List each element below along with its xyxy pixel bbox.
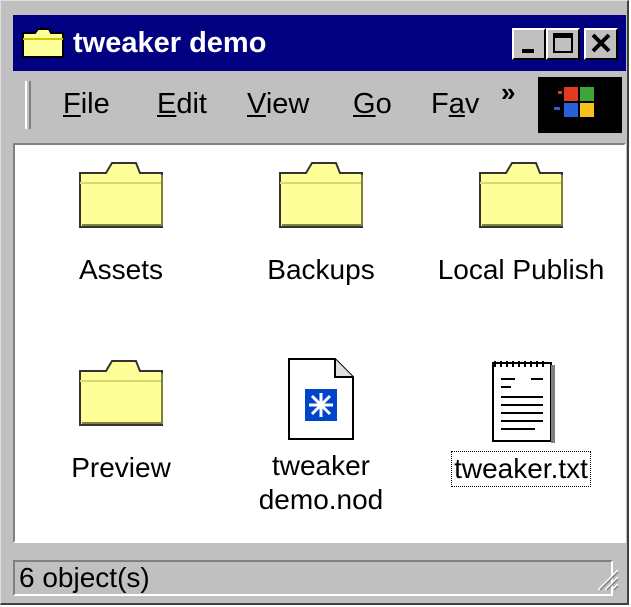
menu-bar: File Edit View Go Fav » bbox=[13, 75, 626, 135]
window-title: tweaker demo bbox=[73, 27, 267, 59]
folder-icon bbox=[79, 360, 163, 426]
toolbar-grip[interactable] bbox=[25, 81, 31, 129]
menu-view[interactable]: View bbox=[247, 81, 309, 127]
item-backups[interactable]: Backups bbox=[231, 159, 411, 287]
item-local-publish[interactable]: Local Publish bbox=[431, 159, 611, 287]
title-bar[interactable]: tweaker demo bbox=[13, 15, 626, 71]
folder-icon bbox=[79, 162, 163, 228]
menu-go[interactable]: Go bbox=[353, 81, 392, 127]
menu-overflow-chevron[interactable]: » bbox=[501, 79, 515, 105]
maximize-icon bbox=[553, 33, 573, 53]
status-bar: 6 object(s) bbox=[13, 558, 626, 598]
resize-grip-icon[interactable] bbox=[594, 566, 620, 592]
windows-logo bbox=[538, 77, 622, 133]
close-icon bbox=[591, 33, 611, 53]
item-assets[interactable]: Assets bbox=[31, 159, 211, 287]
minimize-icon bbox=[522, 49, 534, 53]
maximize-button[interactable] bbox=[546, 28, 580, 60]
folder-icon bbox=[22, 28, 64, 58]
item-preview[interactable]: Preview bbox=[31, 357, 211, 485]
item-tweaker-demo-nod[interactable]: tweaker demo.nod bbox=[231, 357, 411, 517]
menu-file[interactable]: File bbox=[63, 81, 110, 127]
menu-favorites[interactable]: Fav bbox=[431, 81, 479, 127]
item-label-line2: demo.nod bbox=[258, 484, 384, 515]
item-label: Assets bbox=[78, 254, 164, 285]
item-label: Backups bbox=[267, 254, 375, 285]
item-label: Local Publish bbox=[437, 254, 605, 285]
close-button[interactable] bbox=[584, 28, 618, 60]
menu-edit[interactable]: Edit bbox=[157, 81, 207, 127]
status-text: 6 object(s) bbox=[13, 560, 613, 596]
windows-flag-icon bbox=[554, 87, 594, 117]
folder-icon bbox=[479, 162, 563, 228]
explorer-window: tweaker demo File Edit View Go Fav » Ass… bbox=[0, 0, 629, 605]
folder-icon bbox=[279, 162, 363, 228]
item-label: tweaker.txt bbox=[451, 451, 591, 487]
item-tweaker-txt[interactable]: tweaker.txt bbox=[431, 355, 611, 487]
item-label-line1: tweaker bbox=[271, 450, 371, 481]
file-view: Assets Backups Local Publish Preview twe… bbox=[13, 143, 626, 543]
nod-file-icon bbox=[288, 358, 354, 440]
text-file-icon bbox=[492, 361, 555, 443]
minimize-button[interactable] bbox=[512, 28, 546, 60]
item-label: Preview bbox=[71, 452, 171, 483]
